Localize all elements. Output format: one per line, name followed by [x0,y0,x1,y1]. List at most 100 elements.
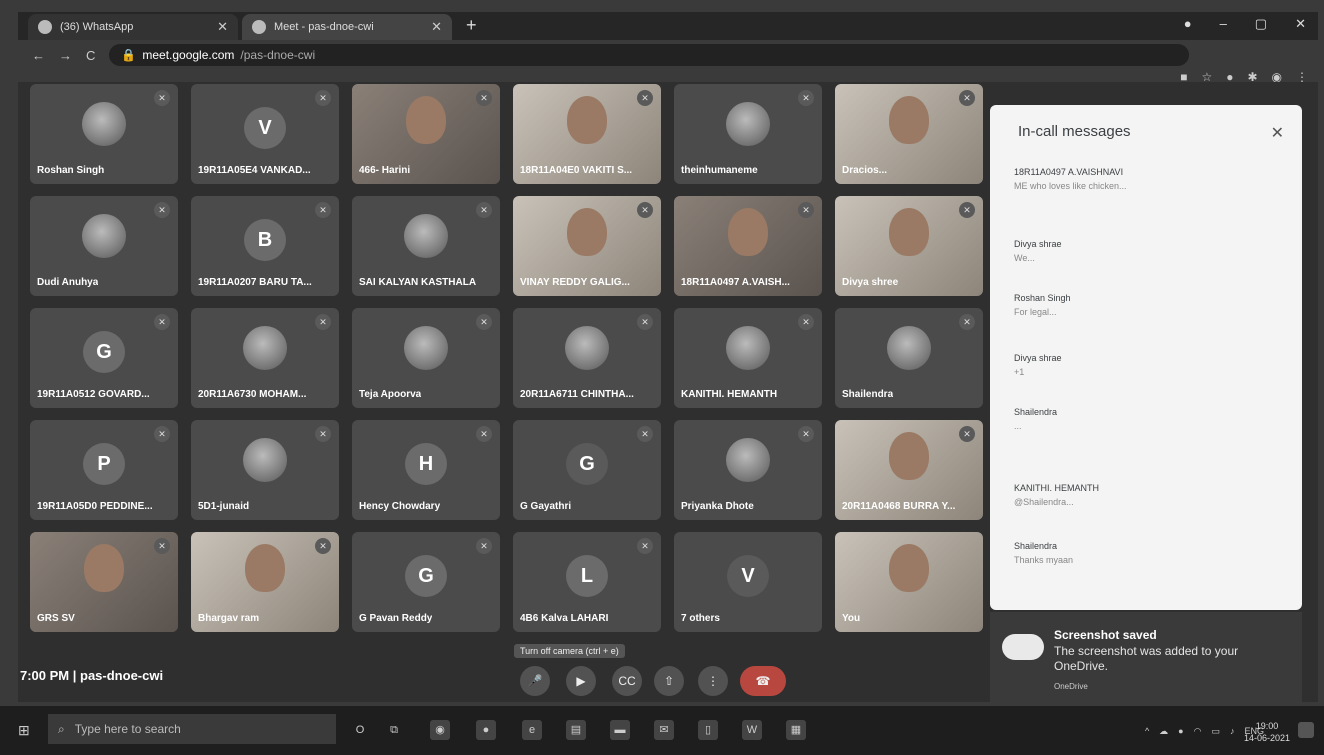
participant-tile[interactable]: ✕ VINAY REDDY GALIG... [513,196,661,296]
chrome-icon[interactable]: ◉ [430,720,450,740]
message-text: Thanks myaan [1014,555,1074,565]
tab-whatsapp[interactable]: (36) WhatsApp ✕ [28,14,238,40]
back-icon[interactable]: ← [32,48,45,63]
muted-mic-icon: ✕ [315,202,331,218]
participant-tile[interactable]: L ✕ 4B6 Kalva LAHARI [513,532,661,632]
participant-face [567,96,607,144]
camera-button[interactable]: ▶ [566,666,596,696]
participant-tile[interactable]: ✕ 18R11A0497 A.VAISH... [674,196,822,296]
maximize-button[interactable]: ▢ [1255,16,1267,32]
participant-tile[interactable]: ✕ Teja Apoorva [352,308,500,408]
app-icon[interactable]: ● [476,720,496,740]
tab-meet[interactable]: Meet - pas-dnoe-cwi ✕ [242,14,452,40]
participant-face [889,208,929,256]
avatar-initial: L [566,555,608,597]
office-icon[interactable]: ▯ [698,720,718,740]
muted-mic-icon: ✕ [476,90,492,106]
mic-button[interactable]: 🎤 [520,666,550,696]
profile-icon[interactable]: ● [1184,16,1192,32]
muted-mic-icon: ✕ [637,538,653,554]
participant-name: 4B6 Kalva LAHARI [520,613,609,624]
participant-name: 18R11A04E0 VAKITI S... [520,165,633,176]
leave-call-button[interactable]: ☎ [740,666,786,696]
cortana-icon[interactable]: O [350,720,370,740]
avatar-initial: V [727,555,769,597]
tab-label: (36) WhatsApp [60,21,134,33]
participant-tile[interactable]: G ✕ G Gayathri [513,420,661,520]
muted-mic-icon: ✕ [959,314,975,330]
task-view-icon[interactable]: ⧉ [384,720,404,740]
participant-tile[interactable]: ✕ Priyanka Dhote [674,420,822,520]
network-icon[interactable]: ☁ [1159,726,1168,737]
participant-tile[interactable]: B ✕ 19R11A0207 BARU TA... [191,196,339,296]
participant-tile[interactable]: ✕ Roshan Singh [30,84,178,184]
word-icon[interactable]: W [742,720,762,740]
edge-icon[interactable]: e [522,720,542,740]
participant-tile[interactable]: G ✕ G Pavan Reddy [352,532,500,632]
participant-tile[interactable]: You [835,532,983,632]
battery-icon[interactable]: ▭ [1211,726,1220,737]
new-tab-button[interactable]: + [456,15,487,40]
chevron-up-icon[interactable]: ^ [1145,726,1149,737]
avatar [887,326,931,370]
participant-name: 20R11A6711 CHINTHA... [520,389,634,400]
muted-mic-icon: ✕ [154,538,170,554]
message-sender: Shailendra [1014,407,1058,417]
participant-tile[interactable]: ✕ Dudi Anuhya [30,196,178,296]
photos-icon[interactable]: ▦ [786,720,806,740]
participant-tile[interactable]: ✕ 466- Harini [352,84,500,184]
message-text: @Shailendra... [1014,497,1074,507]
participant-tile[interactable]: G ✕ 19R11A0512 GOVARD... [30,308,178,408]
participant-tile[interactable]: ✕ 18R11A04E0 VAKITI S... [513,84,661,184]
volume-icon[interactable]: ♪ [1230,726,1235,737]
participant-tile[interactable]: ✕ Bhargav ram [191,532,339,632]
close-tab-icon[interactable]: ✕ [431,19,442,35]
participant-tile[interactable]: V 7 others [674,532,822,632]
muted-mic-icon: ✕ [637,426,653,442]
participant-tile[interactable]: ✕ KANITHI. HEMANTH [674,308,822,408]
minimize-button[interactable]: – [1220,16,1227,32]
mail-icon[interactable]: ✉ [654,720,674,740]
taskbar-clock[interactable]: 19:00 14-06-2021 [1244,720,1290,744]
wifi-icon[interactable]: ◠ [1194,726,1202,737]
participant-tile[interactable]: V ✕ 19R11A05E4 VANKAD... [191,84,339,184]
participant-name: Bhargav ram [198,613,260,624]
participant-tile[interactable]: ✕ Shailendra [835,308,983,408]
participant-tile[interactable]: ✕ 20R11A0468 BURRA Y... [835,420,983,520]
url-host: meet.google.com [142,48,235,62]
onedrive-toast[interactable]: Screenshot saved The screenshot was adde… [990,612,1302,704]
captions-button[interactable]: CC [612,666,642,696]
url-field[interactable]: 🔒 meet.google.com/pas-dnoe-cwi [109,44,1190,66]
avatar-initial: G [566,443,608,485]
participant-tile[interactable]: ✕ theinhumaneme [674,84,822,184]
close-tab-icon[interactable]: ✕ [217,19,228,35]
participant-tile[interactable]: ✕ GRS SV [30,532,178,632]
participant-tile[interactable]: H ✕ Hency Chowdary [352,420,500,520]
taskbar-search[interactable]: ⌕ Type here to search [48,714,336,744]
muted-mic-icon: ✕ [154,426,170,442]
camera-tooltip: Turn off camera (ctrl + e) [514,644,625,658]
forward-icon[interactable]: → [59,48,72,63]
mic-tray-icon[interactable]: ● [1178,726,1183,737]
muted-mic-icon: ✕ [315,90,331,106]
message-sender: Divya shrae [1014,239,1062,249]
store-icon[interactable]: ▤ [566,720,586,740]
explorer-icon[interactable]: ▬ [610,720,630,740]
participant-tile[interactable]: ✕ 20R11A6711 CHINTHA... [513,308,661,408]
participant-tile[interactable]: ✕ 20R11A6730 MOHAM... [191,308,339,408]
reload-icon[interactable]: C [86,48,95,63]
participant-tile[interactable]: ✕ Dracios... [835,84,983,184]
more-options-button[interactable]: ⋮ [698,666,728,696]
close-window-button[interactable]: ✕ [1295,16,1306,32]
participant-tile[interactable]: ✕ Divya shree [835,196,983,296]
muted-mic-icon: ✕ [476,538,492,554]
windows-start-icon[interactable]: ⊞ [18,722,34,738]
close-icon[interactable]: ✕ [1271,123,1284,143]
notification-icon[interactable] [1298,722,1314,738]
present-button[interactable]: ⇧ [654,666,684,696]
avatar-initial: V [244,107,286,149]
lock-icon: 🔒 [121,48,137,62]
participant-tile[interactable]: P ✕ 19R11A05D0 PEDDINE... [30,420,178,520]
participant-tile[interactable]: ✕ 5D1-junaid [191,420,339,520]
participant-tile[interactable]: ✕ SAI KALYAN KASTHALA [352,196,500,296]
